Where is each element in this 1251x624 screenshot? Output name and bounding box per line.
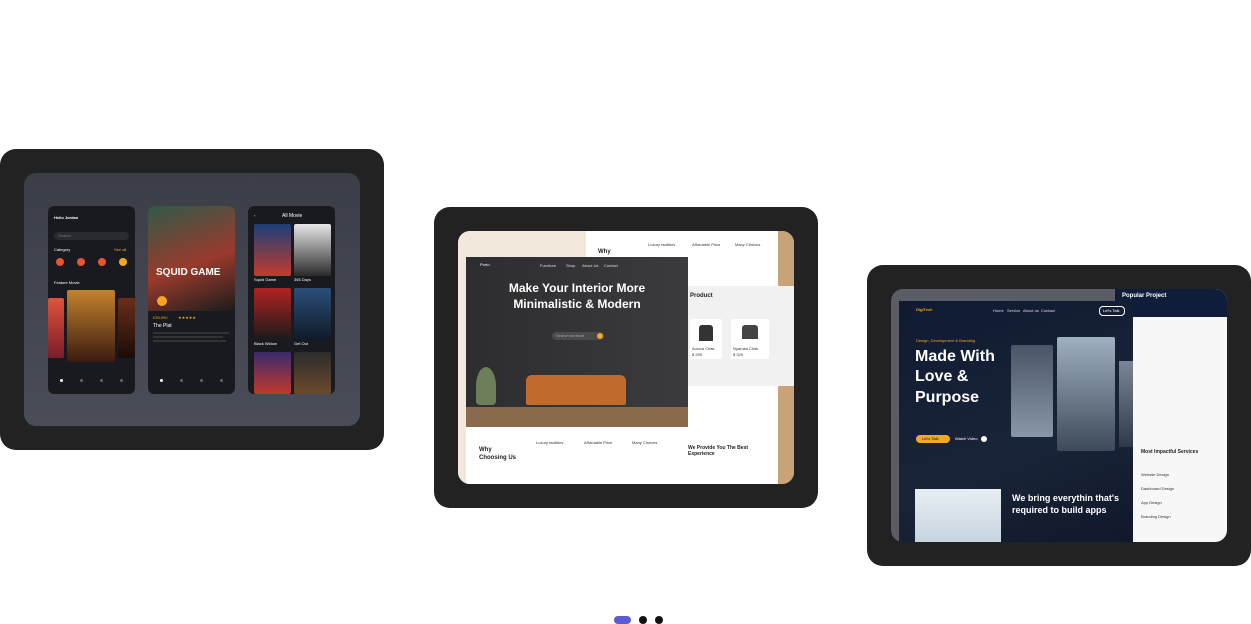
- build-title-line-1: We bring everythin that's: [1012, 493, 1119, 503]
- nav-service[interactable]: Service: [1007, 309, 1020, 313]
- saved-tab-icon[interactable]: [100, 379, 103, 382]
- agency-title-line-3: Purpose: [915, 389, 980, 406]
- nav-home[interactable]: Home: [993, 309, 1004, 313]
- product-card-aurora[interactable]: Aurora Chair $ 299: [690, 319, 722, 359]
- feature-poster-main[interactable]: [67, 290, 115, 362]
- popular-project-title: Popular Project: [1122, 293, 1167, 299]
- horror-category-icon[interactable]: [119, 258, 127, 266]
- lets-talk-cta-button[interactable]: Let's Talk: [916, 435, 950, 443]
- search-input[interactable]: Search: [54, 232, 129, 240]
- nav-contact-agency[interactable]: Contact: [1041, 309, 1055, 313]
- carousel-pagination: [614, 616, 664, 624]
- sofa-image: [526, 375, 626, 405]
- movie-tile-squid-game[interactable]: [254, 224, 291, 276]
- project-card-agency-site[interactable]: Popular Project Most Impactful Services …: [867, 265, 1251, 566]
- nav-contact[interactable]: Contact: [604, 264, 618, 268]
- agency-site-preview: Popular Project Most Impactful Services …: [891, 289, 1227, 542]
- see-all-link[interactable]: See all: [114, 248, 126, 252]
- feature-poster-right[interactable]: [118, 298, 135, 358]
- movie-title: The Plat: [153, 323, 172, 329]
- why-section: Why Choosing Us Luxury facilities Afford…: [466, 427, 688, 484]
- why-title-back: Why: [598, 249, 611, 255]
- movie-tile-joker[interactable]: [294, 352, 331, 394]
- action-category-icon[interactable]: [98, 258, 106, 266]
- nav-about-us[interactable]: About us: [1023, 309, 1039, 313]
- movie-tile-black-widow[interactable]: [254, 288, 291, 340]
- hero-title-line-1: Make Your Interior More: [508, 281, 646, 295]
- nav-furniture[interactable]: Furniture: [540, 264, 556, 268]
- chair-icon: [699, 325, 713, 341]
- team-photo-center: [1057, 337, 1115, 451]
- furniture-site-preview: Why Luxury facilities Affordable Price M…: [458, 231, 794, 484]
- build-apps-photo: [915, 489, 1001, 542]
- phone-home-screen: Hello Jordan Search Category See all Fea…: [48, 206, 135, 394]
- why-title: Why Choosing Us: [479, 447, 516, 461]
- all-movie-header: All Movie: [282, 213, 303, 219]
- hero-search-input[interactable]: Search furniture: [552, 332, 604, 340]
- greeting-text: Hello Jordan: [54, 215, 79, 220]
- feature-label: Feature Movie: [54, 280, 80, 285]
- search-icon[interactable]: [597, 333, 603, 339]
- hero-title-line-2: Minimalistic & Modern: [513, 297, 641, 311]
- lets-talk-nav-button[interactable]: Let's Talk: [1099, 306, 1125, 316]
- movie-app-preview: Hello Jordan Search Category See all Fea…: [24, 173, 360, 426]
- agency-title-line-1: Made With: [915, 348, 995, 365]
- explore-tab-icon-2[interactable]: [180, 379, 183, 382]
- price-text: £39,990: [153, 315, 168, 320]
- play-icon[interactable]: [157, 296, 167, 306]
- nav-shop[interactable]: Shop: [566, 264, 575, 268]
- saved-tab-icon-2[interactable]: [200, 379, 203, 382]
- build-title-line-2: required to build apps: [1012, 505, 1107, 515]
- nav-about[interactable]: About Us: [582, 264, 598, 268]
- profile-tab-icon-2[interactable]: [220, 379, 223, 382]
- phone-detail-screen: SQUID GAME £39,990 ★★★★★ The Plat: [148, 206, 235, 394]
- rating-stars-icon: ★★★★★: [178, 315, 196, 320]
- pagination-dot-1-active[interactable]: [614, 616, 631, 624]
- product-card-nyaruka[interactable]: Nyaruka Chair $ 329: [731, 319, 769, 359]
- romance-category-icon[interactable]: [56, 258, 64, 266]
- experience-title: We Provide You The Best Experience: [688, 445, 749, 457]
- movie-tile-365-days[interactable]: [294, 224, 331, 276]
- hero-panel: Porto Furniture Shop About Us Contact Ma…: [466, 257, 688, 427]
- home-tab-icon[interactable]: [60, 379, 63, 382]
- pagination-dot-2[interactable]: [639, 616, 647, 624]
- project-card-furniture-site[interactable]: Why Luxury facilities Affordable Price M…: [434, 207, 818, 508]
- profile-tab-icon[interactable]: [120, 379, 123, 382]
- brand-logo[interactable]: Porto: [480, 263, 490, 267]
- phone-all-movie-screen: ‹ All Movie Squid Game 365 Days Black Wi…: [248, 206, 335, 394]
- movie-tile-avengers[interactable]: [254, 352, 291, 394]
- play-video-icon[interactable]: [981, 436, 987, 442]
- agency-hero-panel: DigiTech Home Service About us Contact L…: [899, 301, 1133, 542]
- agency-tagline: Design, Development & Branding: [916, 338, 976, 343]
- team-photo-left: [1011, 345, 1053, 437]
- plant-image: [476, 367, 496, 405]
- services-title: Most Impactful Services: [1141, 449, 1199, 455]
- team-photo-right: [1119, 361, 1133, 447]
- poster-title: SQUID GAME: [156, 267, 221, 278]
- movie-tile-get-out[interactable]: [294, 288, 331, 340]
- feature-poster-left[interactable]: [48, 298, 64, 358]
- project-card-movie-app[interactable]: Hello Jordan Search Category See all Fea…: [0, 149, 384, 450]
- chair-icon-2: [742, 325, 758, 339]
- watch-video-link[interactable]: Watch Video: [955, 437, 977, 441]
- pagination-dot-3[interactable]: [655, 616, 663, 624]
- category-label: Category: [54, 247, 71, 252]
- back-chevron-icon[interactable]: ‹: [254, 214, 255, 218]
- home-tab-icon-2[interactable]: [160, 379, 163, 382]
- agency-title-line-2: Love &: [915, 368, 969, 385]
- agency-brand[interactable]: DigiTech: [916, 308, 933, 312]
- product-label: Product: [690, 293, 713, 299]
- explore-tab-icon[interactable]: [80, 379, 83, 382]
- comedy-category-icon[interactable]: [77, 258, 85, 266]
